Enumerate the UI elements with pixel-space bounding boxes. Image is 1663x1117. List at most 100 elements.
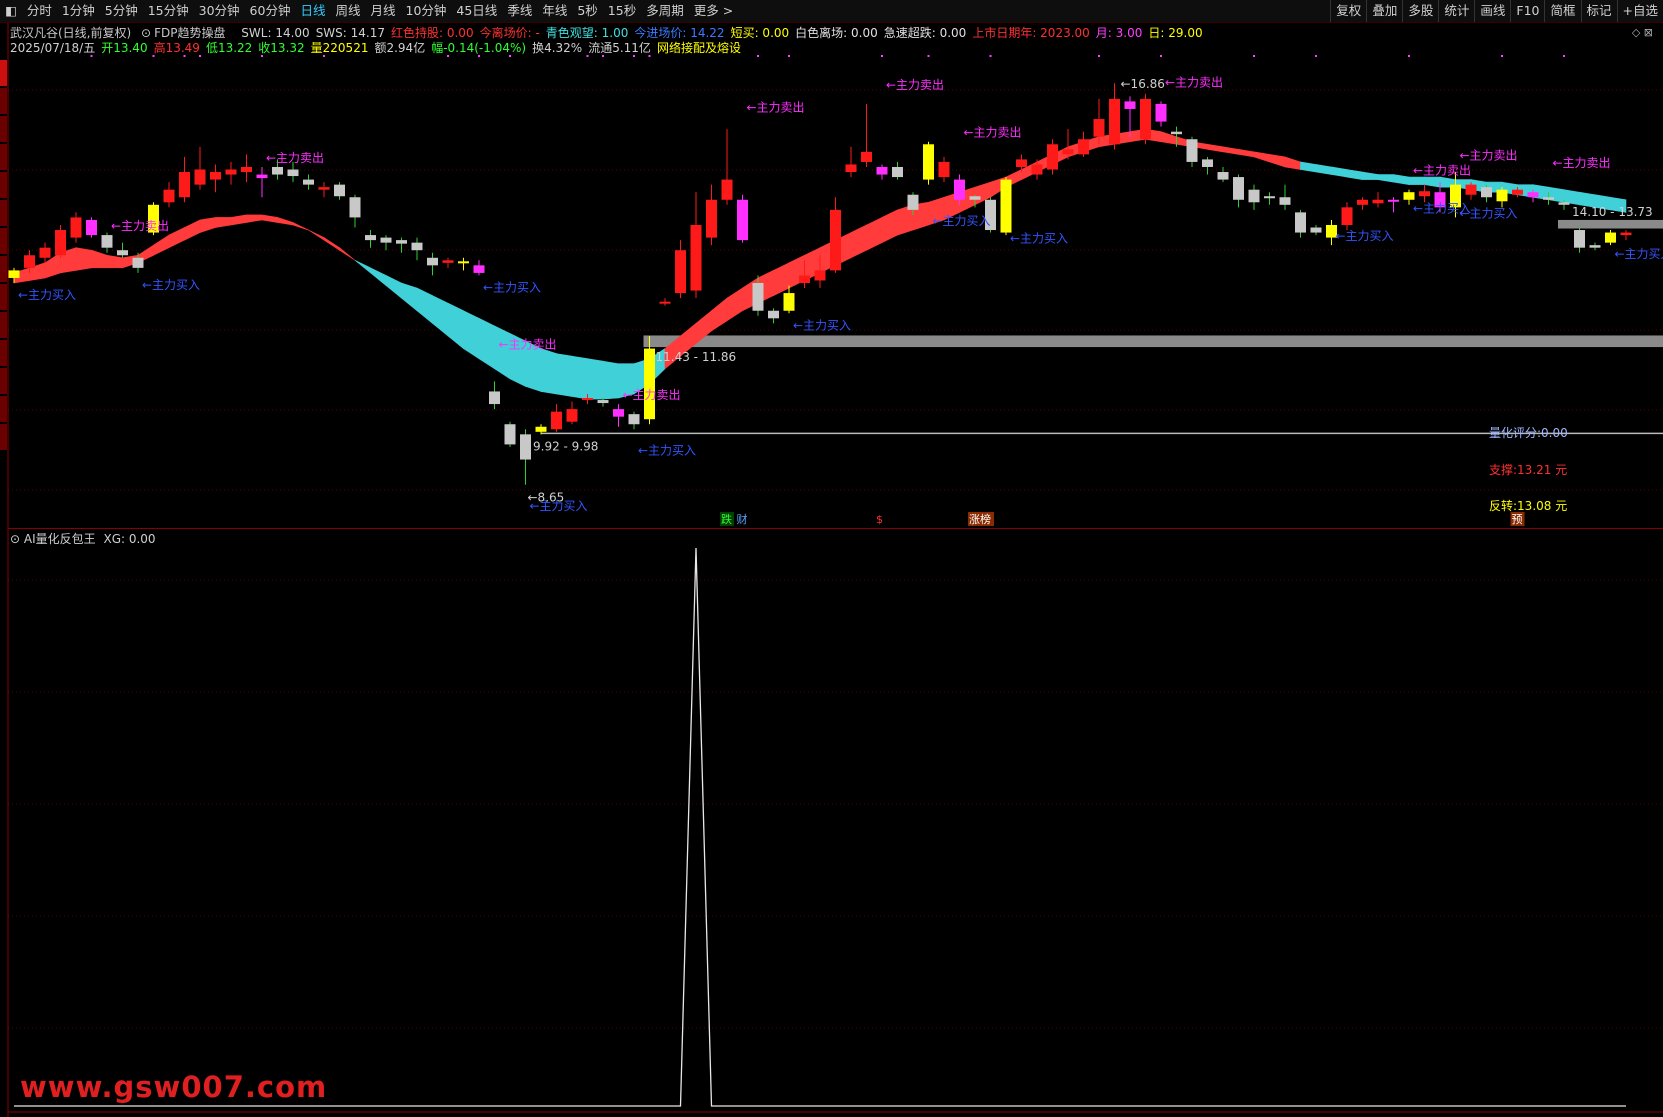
fields2-item-5: 量220521: [310, 41, 369, 55]
side-tab[interactable]: [0, 200, 7, 226]
side-tab[interactable]: [0, 172, 7, 198]
candle-body: [117, 250, 128, 256]
panel-separator[interactable]: [8, 528, 1663, 529]
candle-body: [1357, 199, 1368, 205]
trend-ribbon-segment: [432, 295, 449, 337]
candle-body: [1574, 230, 1585, 248]
period-tab-10[interactable]: 45日线: [451, 0, 502, 22]
fields1-item-11: 日: 29.00: [1148, 26, 1203, 40]
toolbar-button-6[interactable]: 简框: [1544, 0, 1580, 22]
candle-body: [194, 169, 206, 185]
toolbar-button-3[interactable]: 统计: [1438, 0, 1474, 22]
main-force-buy-label: ←主力买入: [1010, 232, 1068, 246]
fields2-item-10: 网络接配及熔设: [656, 41, 741, 55]
candle-body: [132, 257, 144, 268]
trend-ribbon-segment: [153, 234, 170, 256]
collapse-icon[interactable]: ⊙: [141, 26, 151, 40]
side-tab[interactable]: [0, 424, 7, 450]
toolbar-button-7[interactable]: 标记: [1580, 0, 1617, 22]
main-force-sell-label: ←主力卖出: [111, 219, 169, 233]
support-price: 支撑:13.21 元: [1489, 463, 1568, 477]
main-force-buy-label: ←主力买入: [933, 214, 991, 228]
period-tab-8[interactable]: 月线: [365, 0, 400, 22]
side-tab[interactable]: [0, 340, 7, 366]
period-tab-4[interactable]: 30分钟: [194, 0, 245, 22]
candle-body: [1062, 149, 1074, 155]
fields2-item-8: 换4.32%: [532, 41, 583, 55]
candle-body: [1279, 197, 1291, 205]
price-zone: [643, 335, 1663, 348]
period-tab-15[interactable]: 多周期: [641, 0, 689, 22]
candle-body: [442, 260, 454, 263]
candle-body: [365, 235, 376, 241]
trend-ribbon-segment: [850, 224, 867, 259]
period-tab-7[interactable]: 周线: [330, 0, 365, 22]
period-tab-13[interactable]: 5秒: [572, 0, 602, 22]
panel-controls[interactable]: ◇ ⊠: [1632, 26, 1653, 39]
side-tab[interactable]: [0, 312, 7, 338]
side-tab[interactable]: [0, 284, 7, 310]
toolbar-button-2[interactable]: 多股: [1402, 0, 1438, 22]
trend-ribbon-segment: [184, 219, 201, 241]
period-tab-2[interactable]: 5分钟: [100, 0, 143, 22]
period-tab-1[interactable]: 1分钟: [57, 0, 100, 22]
candle-body: [535, 426, 547, 432]
candle-body: [582, 398, 593, 401]
side-tab[interactable]: [0, 144, 7, 170]
period-tab-3[interactable]: 15分钟: [143, 0, 194, 22]
event-badge: 财: [737, 512, 748, 526]
candle-body: [954, 179, 965, 200]
side-tab[interactable]: [0, 88, 7, 114]
candle-body: [210, 172, 221, 180]
fields2-item-4: 收13.32: [258, 41, 305, 55]
candle-body: [86, 219, 97, 236]
period-tab-6[interactable]: 日线: [295, 0, 330, 22]
trend-ribbon-segment: [370, 267, 387, 287]
indicator-name-group[interactable]: ⊙ FDP趋势操盘: [141, 26, 231, 40]
period-tab-12[interactable]: 年线: [537, 0, 572, 22]
candle-body: [1558, 202, 1570, 205]
period-tab-9[interactable]: 10分钟: [401, 0, 452, 22]
side-tab[interactable]: [0, 60, 7, 86]
xg-signal-line: [14, 547, 1626, 1107]
toolbar-button-5[interactable]: F10: [1510, 0, 1544, 22]
candle-body: [814, 270, 826, 281]
side-tab[interactable]: [0, 368, 7, 394]
candle-body: [1000, 179, 1012, 233]
main-force-buy-label: ←主力买入: [1336, 229, 1394, 243]
candle-body: [303, 179, 314, 185]
collapse-icon[interactable]: ⊙: [10, 532, 20, 546]
side-tab[interactable]: [0, 228, 7, 254]
chart-canvas[interactable]: ←16.86←8.6511.43 - 11.869.92 - 9.9814.10…: [0, 0, 1663, 1117]
diamond-icon[interactable]: ◇: [1632, 26, 1640, 39]
candle-body: [1527, 192, 1539, 198]
period-tab-0[interactable]: 分时: [22, 0, 57, 22]
toolbar-button-4[interactable]: 画线: [1474, 0, 1510, 22]
period-tab-5[interactable]: 60分钟: [245, 0, 296, 22]
main-force-sell-label: ←主力卖出: [1413, 164, 1471, 178]
side-tab[interactable]: [0, 396, 7, 422]
side-tab[interactable]: [0, 256, 7, 282]
window-menu-icon[interactable]: ◧: [0, 0, 22, 22]
candle-body: [1264, 196, 1275, 199]
close-icon[interactable]: ⊠: [1644, 26, 1653, 39]
signal-dot: [881, 55, 883, 57]
candle-body: [1155, 103, 1167, 122]
trend-ribbon-segment: [1284, 156, 1301, 170]
candle-body: [783, 293, 795, 311]
trend-ribbon-segment: [1377, 174, 1394, 183]
side-tab[interactable]: [0, 116, 7, 142]
period-tab-14[interactable]: 15秒: [603, 0, 641, 22]
toolbar-button-0[interactable]: 复权: [1330, 0, 1366, 22]
toolbar-button-1[interactable]: 叠加: [1366, 0, 1402, 22]
main-force-sell-label: ←主力卖出: [886, 78, 944, 92]
trend-ribbon-segment: [261, 214, 278, 223]
period-tab-11[interactable]: 季线: [502, 0, 537, 22]
candle-body: [1403, 192, 1415, 200]
fields1-item-5: 今进场价: 14.22: [634, 26, 725, 40]
trend-ribbon-segment: [75, 247, 92, 271]
toolbar-button-8[interactable]: +自选: [1616, 0, 1663, 22]
trend-ribbon-segment: [571, 355, 588, 400]
signal-dot: [1501, 55, 1503, 57]
period-tab-16[interactable]: 更多 >: [689, 0, 738, 22]
